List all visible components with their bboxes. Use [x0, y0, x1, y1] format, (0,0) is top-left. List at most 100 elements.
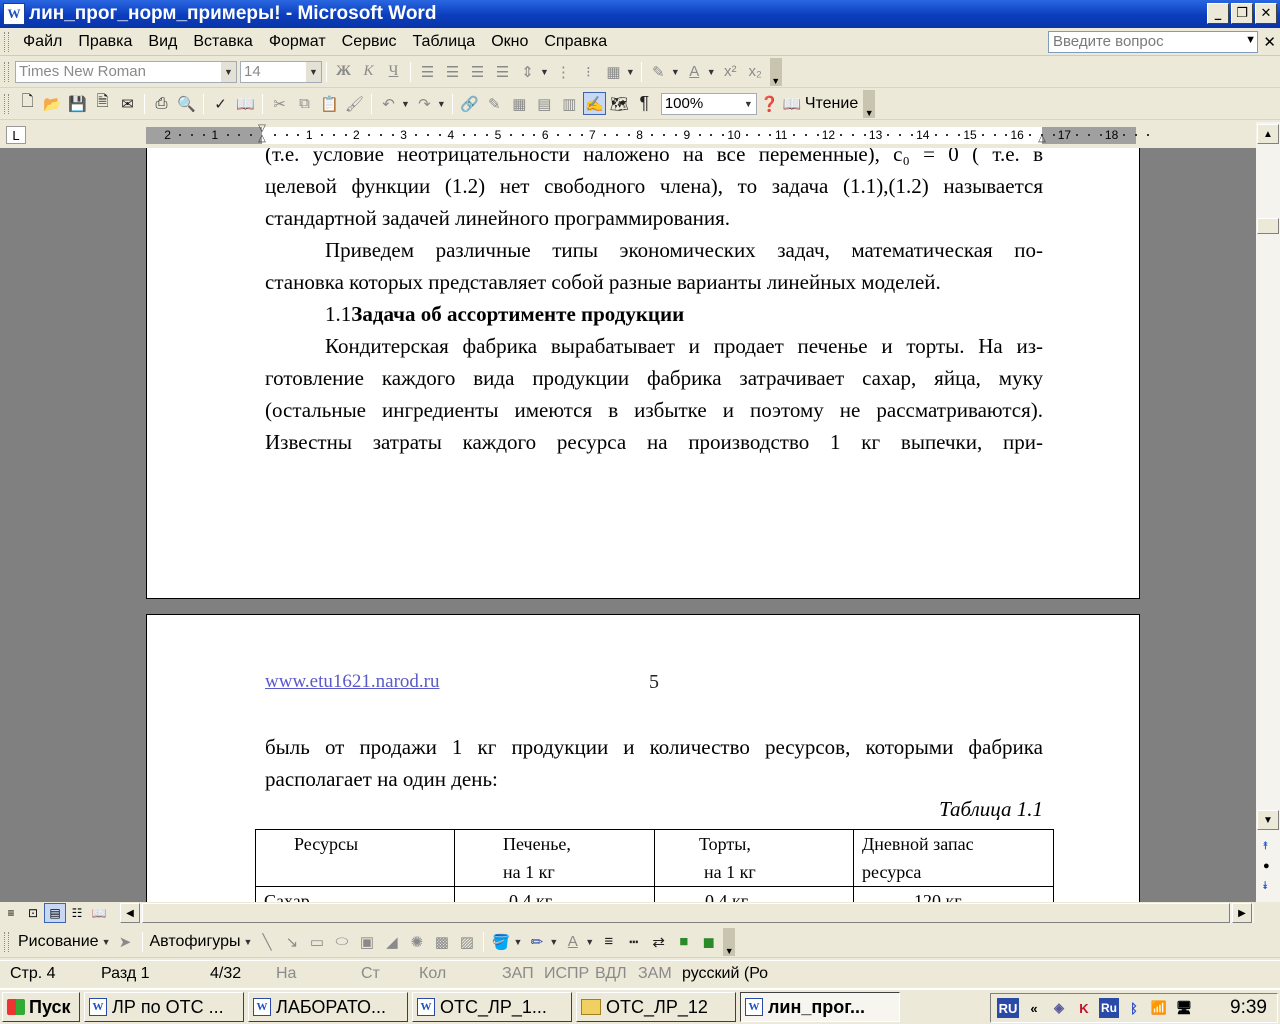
insert-excel-icon[interactable]: ▤ — [533, 92, 556, 115]
toolbar-grip[interactable] — [4, 61, 9, 82]
hscroll-thumb[interactable] — [142, 903, 1230, 923]
previous-page-icon[interactable]: ⯭ — [1262, 840, 1269, 853]
font-size-select[interactable]: 14 ▼ — [240, 60, 322, 83]
scroll-left-button[interactable]: ◀ — [120, 903, 140, 923]
taskbar-item[interactable]: W ЛАБОРАТО... — [248, 992, 408, 1022]
menu-view[interactable]: Вид — [140, 33, 185, 51]
select-browse-object-icon[interactable]: ● — [1263, 860, 1270, 872]
oval-icon[interactable]: ⬭ — [330, 930, 353, 953]
redo-icon[interactable]: ↷ — [413, 92, 436, 115]
reading-layout-icon[interactable]: 📖 — [783, 92, 802, 115]
email-icon[interactable]: ✉ — [116, 92, 139, 115]
taskbar-item-active[interactable]: Wлин_прог... — [740, 992, 900, 1022]
line-style-icon[interactable]: ≡ — [597, 930, 620, 953]
ask-dropdown-icon[interactable]: ▼ — [1245, 34, 1256, 46]
show-hide-marks-icon[interactable]: ¶ — [633, 92, 656, 115]
toolbar-grip[interactable] — [4, 931, 9, 952]
close-button[interactable]: ✕ — [1255, 3, 1277, 24]
save-icon[interactable]: 💾 — [66, 92, 89, 115]
taskbar-item[interactable]: W ОТС_ЛР_1... — [412, 992, 572, 1022]
resources-table[interactable]: Ресурсы Печенье, на 1 кг Торты, на 1 кг Дн… — [255, 829, 1054, 902]
toolbar-options-icon[interactable]: ▼ — [769, 57, 782, 86]
text-line[interactable]: (т.е. условие неотрицательности наложено… — [265, 148, 1043, 170]
arrow-style-icon[interactable]: ⇄ — [647, 930, 670, 953]
clock[interactable]: 9:39 — [1230, 997, 1267, 1019]
table-cell[interactable]: Сахар — [255, 886, 455, 902]
diagram-icon[interactable]: ✺ — [405, 930, 428, 953]
align-center-icon[interactable]: ☰ — [441, 60, 464, 83]
first-line-indent-marker[interactable]: ▽ △ — [257, 124, 267, 144]
3d-style-icon[interactable]: ◼ — [697, 930, 720, 953]
research-icon[interactable]: 📖 — [234, 92, 257, 115]
status-trk[interactable]: ИСПР — [544, 965, 589, 983]
scroll-right-button[interactable]: ▶ — [1232, 903, 1252, 923]
text-line[interactable]: целевой функции (1.2) нет свободного чле… — [265, 170, 1043, 202]
borders-icon[interactable]: ▦ — [602, 60, 625, 83]
cut-icon[interactable]: ✂ — [268, 92, 291, 115]
menu-table[interactable]: Таблица — [404, 33, 483, 51]
text-line[interactable]: становка которых представляет собой разн… — [265, 266, 1043, 298]
toolbar-options-icon[interactable]: ▼ — [723, 927, 736, 956]
text-line[interactable]: готовление каждого вида продукции фабрик… — [265, 362, 1043, 394]
next-page-icon[interactable]: ⯯ — [1262, 880, 1269, 893]
table-cell[interactable]: 120 кг — [853, 886, 1054, 902]
minimize-button[interactable]: _ — [1207, 3, 1229, 24]
chevron-down-icon[interactable]: ▼ — [540, 67, 549, 77]
wordart-icon[interactable]: ◢ — [380, 930, 403, 953]
toolbar-grip[interactable] — [4, 93, 9, 114]
vertical-scrollbar[interactable]: ▲ ▼ ⯭ ● ⯯ — [1256, 122, 1280, 902]
chevron-down-icon[interactable]: ▼ — [401, 99, 410, 109]
font-color-icon[interactable]: A — [561, 930, 584, 953]
columns-icon[interactable]: ▥ — [558, 92, 581, 115]
select-objects-icon[interactable]: ➤ — [114, 930, 137, 953]
page-4[interactable]: (т.е. условие неотрицательности наложено… — [146, 148, 1140, 599]
language-indicator[interactable]: RU — [997, 998, 1019, 1018]
status-ovr[interactable]: ЗАМ — [638, 965, 672, 983]
arrow-icon[interactable]: ↘ — [280, 930, 303, 953]
permission-icon[interactable]: 🗎 — [91, 92, 114, 115]
right-indent-marker[interactable]: △ — [1037, 124, 1047, 144]
text-line[interactable]: быль от продажи 1 кг продукции и количес… — [265, 731, 1043, 763]
print-layout-icon[interactable]: ▤ — [44, 903, 66, 923]
zoom-select[interactable]: 100% ▼ — [660, 92, 757, 115]
table-header-cell[interactable]: Ресурсы — [255, 829, 455, 887]
table-header-cell[interactable]: Печенье, на 1 кг — [454, 829, 655, 887]
bullets-icon[interactable]: ⁝ — [577, 60, 600, 83]
text-line[interactable]: располагает на один день: — [265, 763, 1043, 795]
table-cell[interactable]: 0,4 кг — [454, 886, 655, 902]
bluetooth-icon[interactable]: ᛒ — [1124, 998, 1144, 1018]
document-map-icon[interactable]: 🗺 — [608, 92, 631, 115]
chevron-down-icon[interactable]: ▼ — [740, 93, 756, 114]
menu-tools[interactable]: Сервис — [334, 33, 405, 51]
chevron-down-icon[interactable]: ▼ — [513, 937, 522, 947]
menu-window[interactable]: Окно — [483, 33, 536, 51]
header-link[interactable]: www.etu1621.narod.ru — [265, 671, 439, 692]
numbering-icon[interactable]: ⋮ — [552, 60, 575, 83]
justify-icon[interactable]: ☰ — [491, 60, 514, 83]
text-box-icon[interactable]: ▣ — [355, 930, 378, 953]
line-icon[interactable]: ╲ — [255, 930, 278, 953]
align-right-icon[interactable]: ☰ — [466, 60, 489, 83]
taskbar-item[interactable]: W ЛР по ОТС ... — [84, 992, 244, 1022]
section-heading[interactable]: 1.1Задача об ассортименте продукции — [265, 298, 1043, 330]
chevron-down-icon[interactable]: ▼ — [437, 99, 446, 109]
italic-button[interactable]: К — [357, 60, 380, 83]
page-4-text[interactable]: (т.е. условие неотрицательности наложено… — [265, 148, 1043, 458]
taskbar-item[interactable]: ОТС_ЛР_12 — [576, 992, 736, 1022]
hyperlink-icon[interactable]: 🔗 — [458, 92, 481, 115]
menu-grip[interactable] — [4, 31, 9, 52]
network-app-icon[interactable]: ◈ — [1049, 998, 1069, 1018]
page-5[interactable]: www.etu1621.narod.ru 5 быль от продажи 1… — [146, 614, 1140, 902]
chevron-down-icon[interactable]: ▼ — [626, 67, 635, 77]
text-line[interactable]: (остальные ингредиенты имеются в избытке… — [265, 394, 1043, 426]
new-document-icon[interactable]: 🗋 — [16, 92, 39, 115]
tab-selector[interactable]: L — [6, 126, 26, 144]
menu-insert[interactable]: Вставка — [185, 33, 260, 51]
table-cell[interactable]: 0,4 кг — [654, 886, 854, 902]
insert-picture-icon[interactable]: ▨ — [455, 930, 478, 953]
reading-view-icon[interactable]: 📖 — [88, 903, 110, 923]
clip-art-icon[interactable]: ▩ — [430, 930, 453, 953]
wireless-icon[interactable]: 📶 — [1149, 998, 1169, 1018]
outline-view-icon[interactable]: ☷ — [66, 903, 88, 923]
status-ext[interactable]: ВДЛ — [595, 965, 627, 983]
